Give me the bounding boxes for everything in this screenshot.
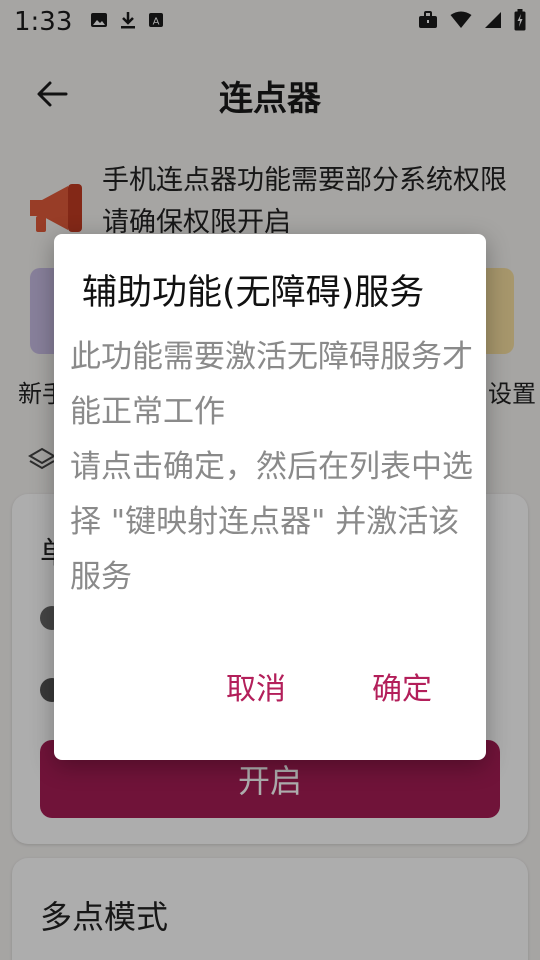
dialog-message-line: 此功能需要激活无障碍服务才能正常工作 xyxy=(70,339,473,430)
accessibility-dialog: 辅助功能(无障碍)服务 此功能需要激活无障碍服务才能正常工作 请点击确定，然后在… xyxy=(54,234,486,760)
cancel-button[interactable]: 取消 xyxy=(226,664,286,708)
dialog-message-line: 请点击确定，然后在列表中选择 "键映射连点器" 并激活该服务 xyxy=(70,449,473,595)
dialog-title: 辅助功能(无障碍)服务 xyxy=(82,273,425,313)
confirm-button[interactable]: 确定 xyxy=(372,664,432,708)
dialog-message: 此功能需要激活无障碍服务才能正常工作 请点击确定，然后在列表中选择 "键映射连点… xyxy=(70,330,480,605)
